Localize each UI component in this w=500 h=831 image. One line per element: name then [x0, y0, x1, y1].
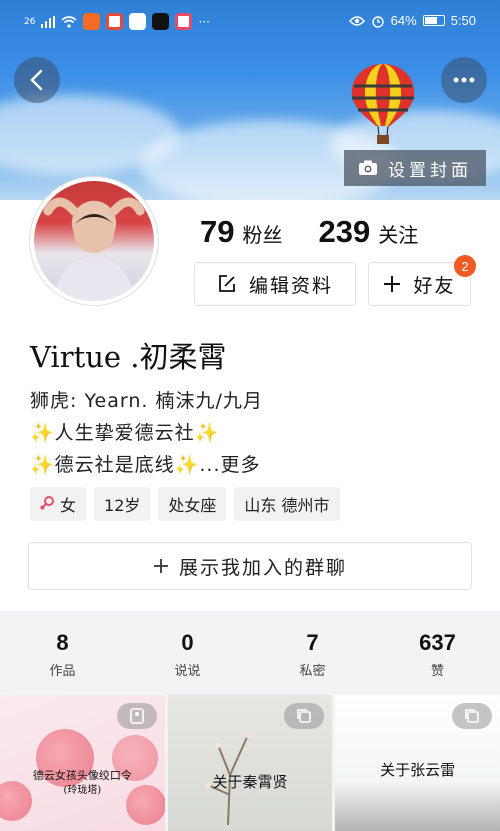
copy-icon — [452, 703, 493, 729]
eye-icon — [348, 15, 365, 26]
zodiac-label: 处女座 — [168, 496, 217, 515]
alarm-icon — [371, 15, 384, 28]
chevron-left-icon — [30, 69, 43, 91]
more-notifications-icon: ··· — [198, 14, 210, 29]
wifi-icon — [61, 15, 77, 28]
stat-value: 0 — [181, 629, 194, 655]
add-friend-label: 好友 — [413, 274, 456, 297]
set-cover-label: 设置封面 — [388, 160, 472, 181]
avatar-portrait — [43, 197, 145, 301]
carrier-label: 26 — [24, 16, 36, 27]
branch-decoration — [204, 732, 251, 825]
bio-line: 狮虎: Yearn. 楠沫九/九月 — [30, 390, 263, 412]
copy-icon — [284, 703, 325, 729]
stat-value: 8 — [56, 629, 69, 655]
clock: 5:50 — [450, 13, 476, 28]
following-label[interactable]: 关注 — [378, 219, 418, 248]
landscape-decoration — [335, 781, 500, 831]
show-group-chats-label: 展示我加入的群聊 — [178, 556, 347, 579]
ellipsis-icon — [453, 77, 475, 83]
stat-private[interactable]: 7 私密 — [250, 620, 375, 688]
edit-profile-button[interactable]: 编辑资料 — [194, 262, 356, 306]
status-bar: 26 ··· 64% 5:50 — [0, 0, 500, 44]
followers-count[interactable]: 79 — [200, 214, 234, 250]
profile-cover: 26 ··· 64% 5:50 设置封面 — [0, 0, 500, 202]
location-tag: 山东 德州市 — [234, 487, 340, 521]
stat-moments[interactable]: 0 说说 — [125, 620, 250, 688]
profile-tags: 女 12岁 处女座 山东 德州市 — [30, 487, 340, 521]
stat-label: 私密 — [299, 663, 326, 679]
post-title: 关于张云雷 — [380, 761, 456, 779]
post-tile[interactable]: 关于张云雷 — [335, 695, 500, 831]
stat-label: 赞 — [430, 663, 444, 679]
followers-label[interactable]: 粉丝 — [242, 219, 282, 248]
signal-icon — [41, 15, 56, 28]
zodiac-tag: 处女座 — [158, 487, 227, 521]
edit-profile-label: 编辑资料 — [248, 274, 333, 297]
app-notification-icon — [129, 13, 147, 30]
more-options-button[interactable] — [441, 57, 487, 103]
stat-works[interactable]: 8 作品 — [0, 620, 125, 688]
camera-icon — [359, 160, 377, 175]
location-label: 山东 德州市 — [244, 496, 330, 515]
stat-label: 说说 — [174, 663, 201, 679]
posts-grid: 德云女孩头像绞口令 (玲珑塔) 关于秦霄贤 关于张云雷 — [0, 695, 500, 831]
plus-icon — [384, 276, 401, 292]
stat-likes[interactable]: 637 赞 — [375, 620, 500, 688]
sparkle-icon: ✨ — [30, 422, 55, 444]
bio-line[interactable]: ✨德云社是底线✨...更多 — [30, 450, 260, 477]
hot-air-balloon-image — [351, 64, 415, 144]
set-cover-button[interactable]: 设置封面 — [344, 150, 486, 186]
age-tag: 12岁 — [94, 487, 151, 521]
show-group-chats-button[interactable]: 展示我加入的群聊 — [28, 542, 472, 590]
post-subtitle: (玲珑塔) — [63, 785, 102, 796]
profile-name: Virtue .初柔霄 — [30, 340, 227, 374]
sparkle-icon: ✨ — [174, 454, 200, 476]
app-notification-icon — [83, 13, 101, 30]
edit-icon — [219, 275, 235, 292]
gender-tag: 女 — [30, 487, 87, 521]
post-tile[interactable]: 德云女孩头像绞口令 (玲珑塔) — [0, 695, 165, 831]
battery-icon — [422, 15, 445, 26]
gender-label: 女 — [60, 496, 77, 515]
sparkle-icon: ✨ — [194, 422, 220, 444]
stat-value: 7 — [306, 629, 319, 655]
stat-value: 637 — [419, 629, 456, 655]
plus-icon — [153, 559, 168, 573]
bio-more-link[interactable]: ...更多 — [199, 454, 260, 476]
tiktok-icon — [152, 13, 170, 30]
friend-request-badge: 2 — [454, 255, 476, 277]
post-title: 关于秦霄贤 — [212, 773, 288, 791]
bio-text: 德云社是底线 — [54, 454, 175, 476]
battery-percent: 64% — [390, 13, 417, 28]
bio-line: ✨人生挚爱德云社✨ — [30, 418, 219, 445]
follow-stats: 79 粉丝 239 关注 — [200, 214, 446, 250]
stat-label: 作品 — [49, 663, 76, 679]
app-notification-icon — [106, 13, 124, 30]
content-stats: 8 作品 0 说说 7 私密 637 赞 — [0, 620, 500, 688]
sparkle-icon: ✨ — [30, 454, 55, 476]
bio-text: 人生挚爱德云社 — [54, 422, 195, 444]
add-friend-button[interactable]: 好友 2 — [368, 255, 476, 306]
age-label: 12岁 — [104, 496, 141, 515]
following-count[interactable]: 239 — [318, 214, 370, 250]
post-tile[interactable]: 关于秦霄贤 — [167, 695, 333, 831]
back-button[interactable] — [14, 57, 60, 103]
app-notification-icon — [175, 13, 193, 30]
avatar[interactable] — [30, 177, 158, 305]
female-icon — [40, 496, 54, 510]
image-icon — [116, 703, 157, 729]
